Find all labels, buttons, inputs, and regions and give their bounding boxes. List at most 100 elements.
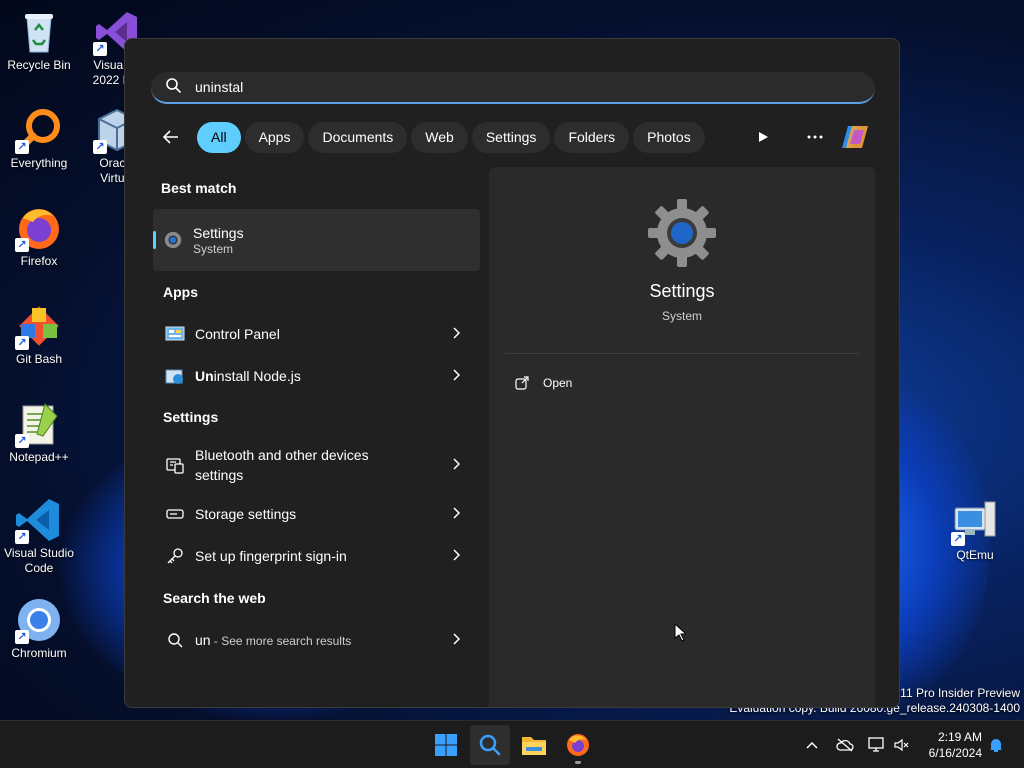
desktop-icon-vscode[interactable]: ↗ Visual Studio Code <box>0 496 78 576</box>
result-storage-settings[interactable]: Storage settings <box>153 493 480 535</box>
copilot-button[interactable] <box>837 121 873 153</box>
desktop-icon-recycle-bin[interactable]: Recycle Bin <box>0 8 78 73</box>
chevron-right-icon[interactable] <box>452 632 461 648</box>
search-filters: All Apps Documents Web Settings Folders … <box>155 121 705 153</box>
results-list: Best match Settings System Apps Control … <box>153 167 480 661</box>
chevron-right-icon[interactable] <box>452 548 461 564</box>
result-control-panel[interactable]: Control Panel <box>153 313 480 355</box>
result-label: Storage settings <box>195 506 297 522</box>
chevron-right-icon[interactable] <box>452 368 461 384</box>
watermark-edition: s 11 Pro Insider Preview <box>890 686 1020 700</box>
divider <box>505 353 859 354</box>
chromium-icon: ↗ <box>15 596 63 644</box>
taskbar-search-button[interactable] <box>470 725 510 765</box>
copilot-icon <box>842 126 868 148</box>
search-panel: All Apps Documents Web Settings Folders … <box>124 38 900 708</box>
clock-date: 6/16/2024 <box>928 746 982 760</box>
web-query: un <box>195 631 211 648</box>
desktop-icon-firefox[interactable]: ↗ Firefox <box>0 204 78 269</box>
chevron-right-icon[interactable] <box>452 457 461 473</box>
more-options-button[interactable] <box>799 121 831 153</box>
volume-tray-button[interactable] <box>892 721 912 768</box>
key-icon <box>165 546 185 566</box>
result-label: Bluetooth and other devices <box>195 447 369 463</box>
desktop-icon-chromium[interactable]: ↗ Chromium <box>0 596 78 661</box>
desktop-icon-git-bash[interactable]: ↗ Git Bash <box>0 302 78 367</box>
play-icon <box>759 132 768 142</box>
result-web-search[interactable]: un - See more search results <box>153 619 480 661</box>
chevron-up-icon <box>806 741 818 749</box>
filter-folders[interactable]: Folders <box>554 121 630 153</box>
result-fingerprint-sign-in[interactable]: Set up fingerprint sign-in <box>153 535 480 577</box>
filter-apps[interactable]: Apps <box>244 121 305 153</box>
running-indicator <box>575 761 581 764</box>
apps-heading: Apps <box>163 284 198 300</box>
settings-heading: Settings <box>163 409 219 425</box>
qtemu-icon: ↗ <box>951 498 999 546</box>
folder-icon <box>522 737 546 755</box>
onedrive-tray-button[interactable] <box>834 721 856 768</box>
result-label-match: Un <box>195 368 214 384</box>
open-label: Open <box>543 376 573 390</box>
firefox-icon <box>567 734 589 756</box>
windows-logo-icon <box>435 734 457 756</box>
web-suffix: - See more search results <box>210 633 352 648</box>
back-arrow-icon <box>162 130 178 144</box>
filter-web[interactable]: Web <box>411 121 468 153</box>
taskbar-file-explorer[interactable] <box>514 725 554 765</box>
storage-icon <box>165 504 185 524</box>
result-label: settings <box>195 467 244 483</box>
preview-subtitle: System <box>661 309 702 323</box>
taskbar-firefox[interactable] <box>558 725 598 765</box>
filter-settings[interactable]: Settings <box>471 121 551 153</box>
back-button[interactable] <box>155 121 187 153</box>
start-button[interactable] <box>426 725 466 765</box>
search-icon <box>479 734 501 756</box>
search-box[interactable] <box>151 72 875 104</box>
desktop-icon-notepad-plus-plus[interactable]: ↗ Notepad++ <box>0 400 78 465</box>
filter-all[interactable]: All <box>197 121 241 153</box>
search-web-heading: Search the web <box>163 590 266 606</box>
ellipsis-icon <box>807 135 823 139</box>
search-icon <box>165 77 181 98</box>
bluetooth-devices-icon <box>165 455 185 475</box>
result-label: Set up fingerprint sign-in <box>195 548 347 564</box>
settings-gear-icon <box>648 199 716 272</box>
recycle-bin-icon <box>15 8 63 56</box>
result-uninstall-nodejs[interactable]: Uninstall Node.js <box>153 355 480 397</box>
network-icon <box>868 737 884 752</box>
clock-time: 2:19 AM <box>937 730 982 744</box>
search-input[interactable] <box>195 79 795 95</box>
control-panel-icon <box>165 324 185 344</box>
chevron-right-icon[interactable] <box>452 326 461 342</box>
best-match-settings[interactable]: Settings System <box>153 209 480 271</box>
filter-photos[interactable]: Photos <box>633 121 705 153</box>
network-tray-button[interactable] <box>866 721 888 768</box>
desktop-icon-qtemu[interactable]: ↗ QtEmu <box>936 498 1014 563</box>
best-match-title: Settings <box>193 225 244 241</box>
search-icon <box>165 630 185 650</box>
volume-muted-icon <box>894 738 909 752</box>
taskbar: 2:19 AM 6/16/2024 <box>0 720 1024 768</box>
result-label: Control Panel <box>195 326 280 342</box>
installer-icon <box>165 366 185 386</box>
open-external-icon <box>515 376 529 390</box>
open-action[interactable]: Open <box>515 371 572 395</box>
notifications-button[interactable] <box>986 721 1006 768</box>
everything-search-icon: ↗ <box>15 106 63 154</box>
desktop-icon-everything[interactable]: ↗ Everything <box>0 106 78 171</box>
show-hidden-icons-button[interactable] <box>802 721 822 768</box>
chevron-right-icon[interactable] <box>452 506 461 522</box>
notepad-plus-plus-icon: ↗ <box>15 400 63 448</box>
preview-title: Settings <box>649 281 715 301</box>
filter-documents[interactable]: Documents <box>308 121 408 153</box>
result-label: install Node.js <box>213 368 301 384</box>
clock[interactable]: 2:19 AM 6/16/2024 <box>929 729 982 761</box>
bell-icon <box>990 739 1002 752</box>
best-match-heading: Best match <box>161 180 237 196</box>
cloud-offline-icon <box>836 738 854 752</box>
settings-gear-icon <box>163 230 183 250</box>
result-bluetooth-settings[interactable]: Bluetooth and other devices settings <box>153 437 480 493</box>
git-bash-icon: ↗ <box>15 302 63 350</box>
more-filters-button[interactable] <box>747 121 779 153</box>
